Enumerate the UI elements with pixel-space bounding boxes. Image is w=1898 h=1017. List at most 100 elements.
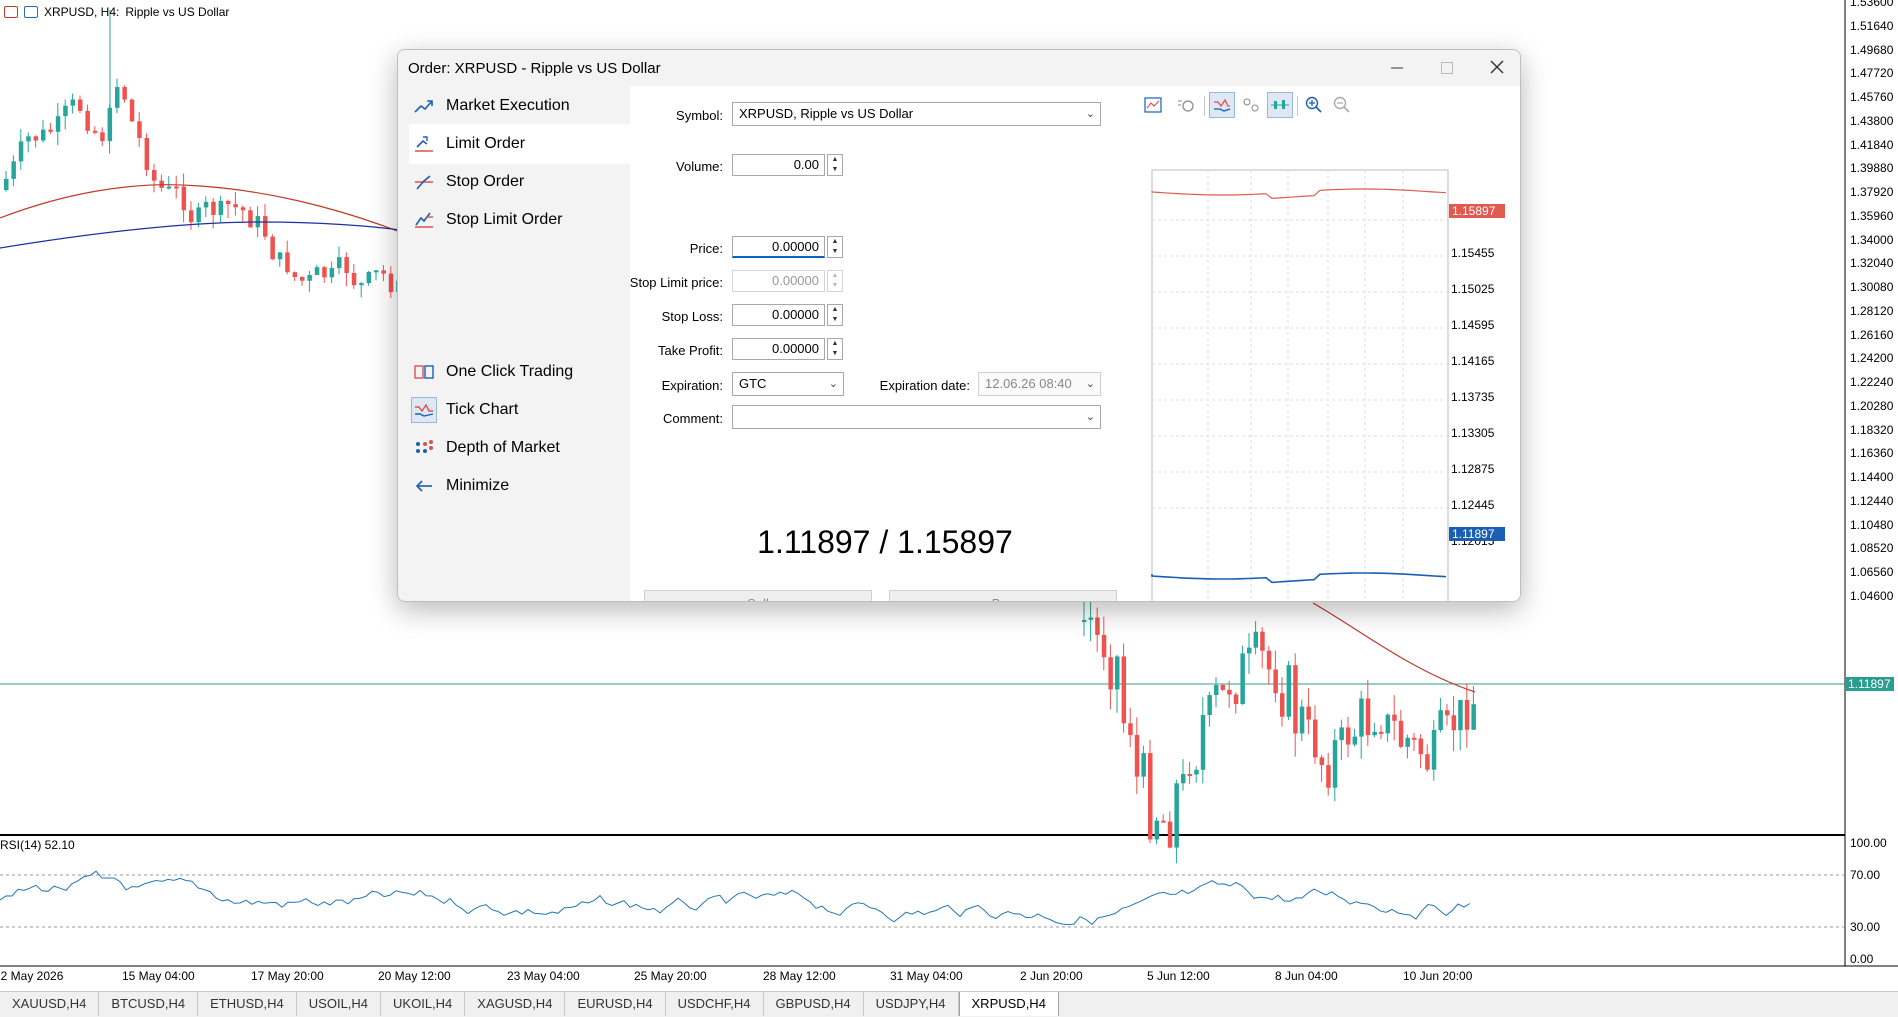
stop-limit-price-label: Stop Limit price: — [629, 275, 723, 290]
candle-body — [1181, 773, 1186, 784]
candle-body — [55, 116, 61, 132]
stop-loss-input[interactable]: 0.00000 — [732, 304, 825, 326]
candle-body — [240, 207, 246, 211]
nav-tick-chart[interactable]: Tick Chart — [409, 390, 630, 430]
price-scale[interactable]: 1.53600 1.51640 1.49680 1.47720 1.45760 1.438… — [1845, 0, 1898, 966]
price-tick-label: 1.20280 — [1850, 398, 1894, 413]
price-tick-label: 1.47720 — [1850, 66, 1894, 81]
symbol-tab[interactable]: UKOIL,H4 — [381, 992, 466, 1016]
candle-body — [1088, 617, 1094, 620]
symbol-select[interactable]: XRPUSD, Ripple vs US Dollar ⌄ — [732, 102, 1101, 126]
time-tick-label: 10 Jun 20:00 — [1403, 969, 1473, 983]
ma-red-line — [1312, 602, 1476, 693]
take-profit-input[interactable]: 0.00000 — [732, 338, 825, 360]
chart-symbol: XRPUSD, H4: — [44, 5, 120, 19]
comment-input[interactable]: ⌄ — [732, 405, 1101, 429]
stop-limit-price-stepper[interactable]: ▲ ▼ — [827, 270, 843, 292]
buy-button[interactable]: Buy — [889, 590, 1117, 601]
nav-one-click-trading[interactable]: One Click Trading — [409, 352, 630, 392]
tick-price-label: 1.15025 — [1451, 282, 1495, 296]
symbol-tab[interactable]: GBPUSD,H4 — [764, 992, 864, 1016]
candle-body — [314, 267, 320, 276]
expiration-select[interactable]: GTC ⌄ — [732, 372, 844, 396]
symbol-tab[interactable]: USOIL,H4 — [297, 992, 382, 1016]
price-tick-label: 1.35960 — [1850, 208, 1894, 223]
nav-limit-order[interactable]: Limit Order — [409, 124, 630, 164]
candle-body — [1148, 753, 1153, 840]
candle-body — [300, 277, 305, 281]
symbol-tab[interactable]: XRPUSD,H4 — [958, 992, 1059, 1016]
chart-tabs-bar: XAUUSD,H4 BTCUSD,H4 ETHUSD,H4 USOIL,H4 UKOIL… — [0, 991, 1898, 1017]
candle-body — [63, 105, 68, 117]
nav-label: Minimize — [446, 477, 510, 494]
candle-body — [1352, 736, 1358, 745]
price-input[interactable]: 0.00000 — [732, 236, 825, 258]
tick-price-label: 1.14165 — [1451, 354, 1495, 368]
candle-body — [1332, 740, 1338, 788]
chart-window-icon — [4, 6, 18, 18]
price-stepper[interactable]: ▲ ▼ — [827, 236, 843, 258]
nav-depth-of-market[interactable]: Depth of Market — [409, 428, 630, 468]
candle-body — [263, 216, 268, 237]
price-tick-label: 1.14400 — [1850, 470, 1894, 484]
symbol-tab[interactable]: USDJPY,H4 — [864, 992, 959, 1016]
candle-body — [1438, 710, 1443, 731]
minimize-icon — [1391, 67, 1403, 69]
price-tick-label: 1.26160 — [1850, 327, 1894, 342]
tick-chart-canvas[interactable] — [1140, 86, 1521, 602]
minimize-window-button[interactable] — [1372, 50, 1422, 86]
candle-body — [248, 210, 253, 228]
candle-body — [41, 129, 46, 141]
nav-label: Market Execution — [446, 97, 570, 114]
stop-limit-price-input[interactable]: 0.00000 — [732, 270, 825, 292]
candle-body — [166, 186, 172, 189]
nav-stop-order[interactable]: Stop Order — [409, 162, 630, 202]
maximize-icon — [1441, 62, 1453, 74]
sell-button[interactable]: Sell — [644, 590, 872, 601]
tick-price-label: 1.13735 — [1451, 390, 1495, 404]
symbol-tab[interactable]: XAGUSD,H4 — [465, 992, 566, 1016]
candle-body — [226, 200, 231, 205]
rsi-indicator-label: RSI(14) 52.10 — [0, 838, 75, 852]
candle-body — [1121, 656, 1127, 724]
expiration-date-picker[interactable]: 12.06.26 08:40 ⌄ — [978, 372, 1101, 396]
price-tick-label: 1.45760 — [1850, 90, 1894, 104]
candle-body — [1365, 698, 1371, 736]
candle-body — [1101, 634, 1107, 658]
candle-body — [18, 141, 24, 162]
close-window-button[interactable] — [1472, 50, 1520, 86]
symbol-tab[interactable]: ETHUSD,H4 — [198, 992, 297, 1016]
dialog-title: Order: XRPUSD - Ripple vs US Dollar — [408, 60, 661, 77]
time-tick-label: 25 May 20:00 — [634, 969, 707, 983]
price-tick-label: 1.24200 — [1850, 351, 1894, 366]
nav-minimize[interactable]: Minimize — [409, 466, 630, 506]
take-profit-stepper[interactable]: ▲ ▼ — [827, 338, 843, 360]
candle-body — [337, 257, 342, 269]
candle-body — [92, 130, 98, 133]
candle-body — [1464, 700, 1470, 730]
candle-body — [1273, 669, 1278, 694]
symbol-tab[interactable]: BTCUSD,H4 — [99, 992, 199, 1016]
symbol-tab[interactable]: USDCHF,H4 — [666, 992, 764, 1016]
nav-market-execution[interactable]: Market Execution — [409, 86, 630, 126]
stop-loss-stepper[interactable]: ▲ ▼ — [827, 304, 843, 326]
maximize-window-button[interactable] — [1422, 50, 1472, 86]
nav-stop-limit-order[interactable]: Stop Limit Order — [409, 200, 630, 240]
order-type-nav: Market Execution Limit Order Stop Order … — [398, 86, 630, 601]
symbol-tab[interactable]: XAUUSD,H4 — [0, 992, 100, 1016]
candle-body — [1134, 735, 1140, 777]
candle-body — [1095, 617, 1100, 635]
candle-body — [26, 136, 31, 142]
nav-label: One Click Trading — [446, 363, 574, 380]
tick-chart-panel: 1.15455 1.15025 1.14595 1.14165 1.13735 1.133… — [1140, 86, 1521, 602]
volume-stepper[interactable]: ▲ ▼ — [827, 154, 843, 176]
candle-body — [78, 99, 83, 111]
volume-input[interactable]: 0.00 — [732, 154, 825, 176]
candle-body — [1425, 754, 1430, 770]
rsi-tick-label: 0.00 — [1850, 952, 1874, 966]
time-tick-label: 2 Jun 20:00 — [1020, 969, 1083, 983]
symbol-tab[interactable]: EURUSD,H4 — [565, 992, 666, 1016]
rsi-tick-label: 100.00 — [1850, 836, 1887, 850]
price-tick-label: 1.51640 — [1850, 18, 1894, 33]
dialog-titlebar[interactable]: Order: XRPUSD - Ripple vs US Dollar — [398, 50, 1520, 86]
